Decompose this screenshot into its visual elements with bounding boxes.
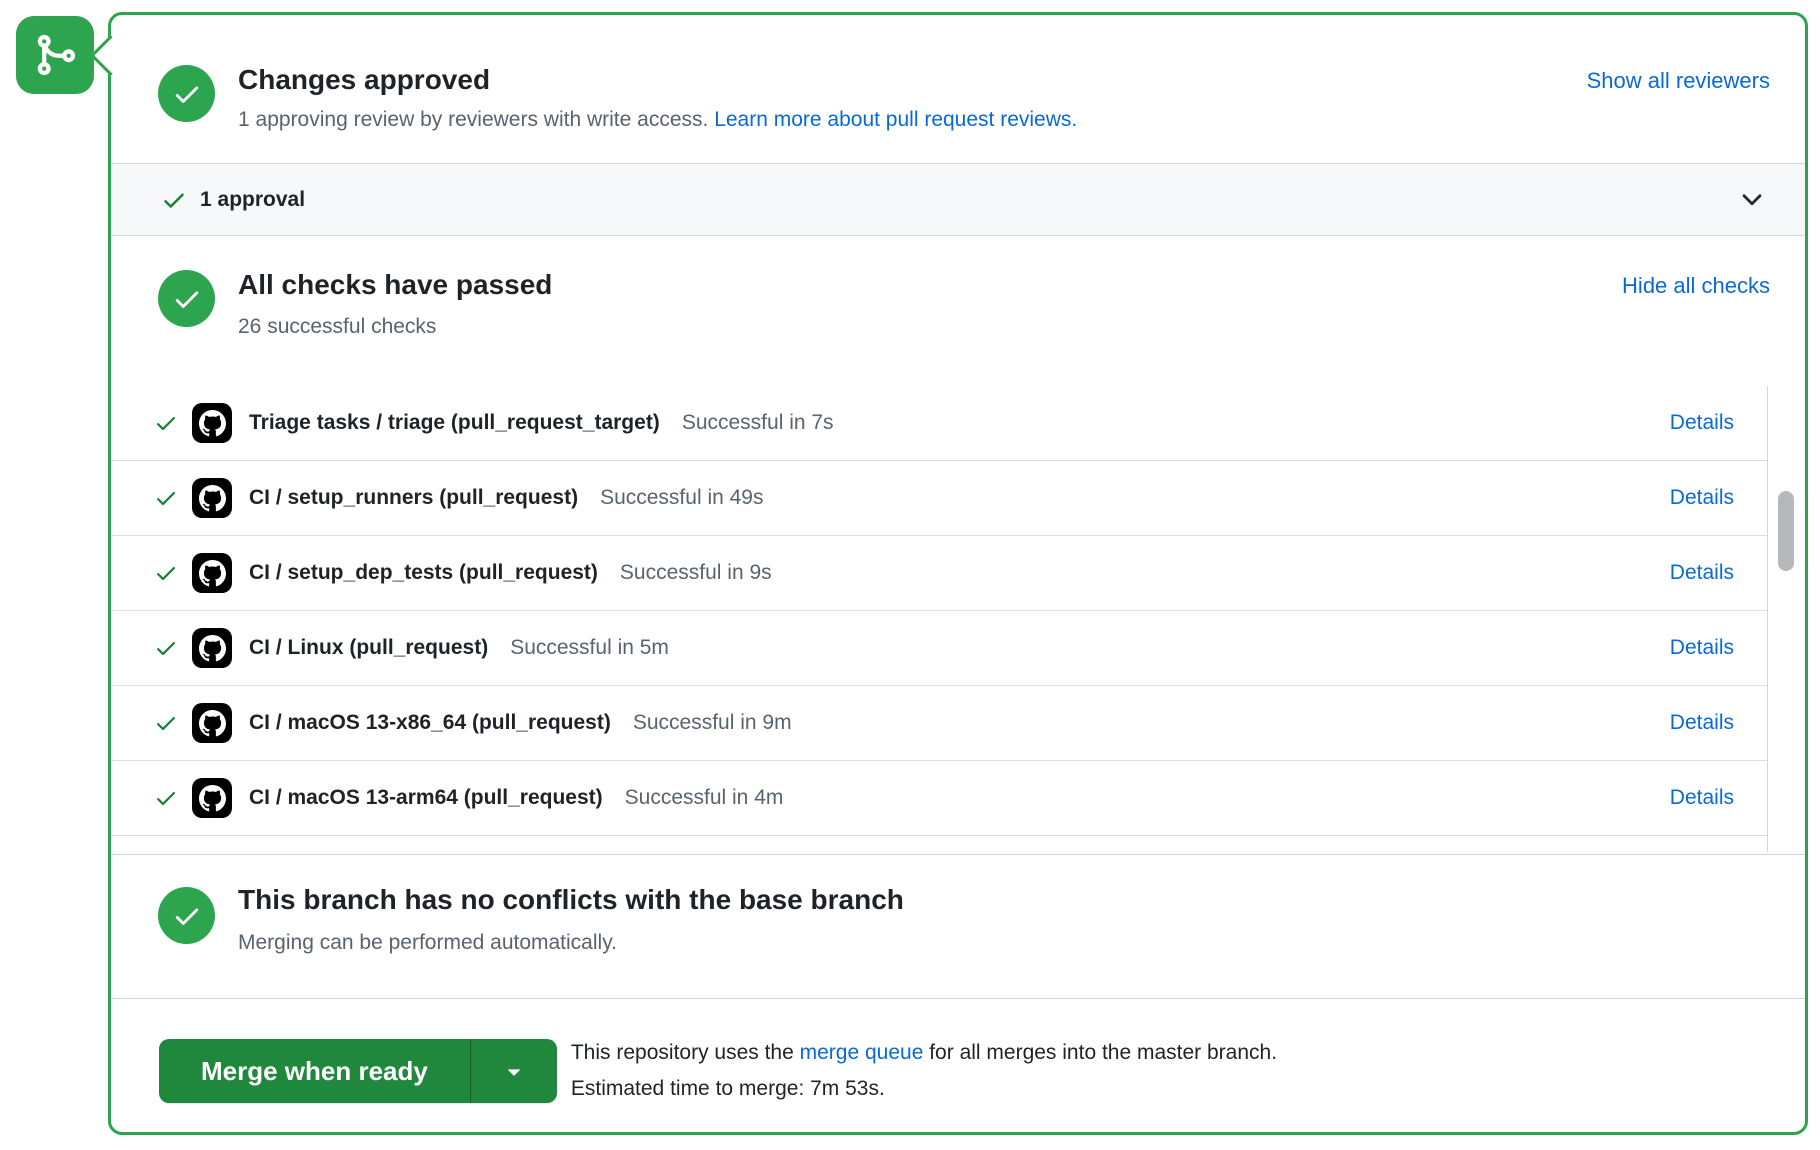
merge-footer: Merge when ready This repository uses th…: [111, 998, 1805, 1135]
octocat-icon: [199, 560, 226, 587]
check-icon: [154, 636, 178, 660]
check-row: CI / setup_dep_tests (pull_request) Succ…: [111, 536, 1767, 611]
check-row: CI / Linux (pull_request) Successful in …: [111, 611, 1767, 686]
merge-box: Changes approved 1 approving review by r…: [108, 12, 1808, 1135]
checks-list: Triage tasks / triage (pull_request_targ…: [111, 386, 1805, 854]
check-icon: [154, 411, 178, 435]
triangle-down-icon: [501, 1058, 527, 1084]
checks-section-header: All checks have passed 26 successful che…: [111, 236, 1805, 386]
review-subtitle: 1 approving review by reviewers with wri…: [238, 107, 1077, 133]
check-status: Successful in 4m: [625, 786, 784, 810]
chevron-down-icon[interactable]: [1737, 185, 1767, 215]
octocat-icon: [199, 710, 226, 737]
merge-estimate: Estimated time to merge: 7m 53s.: [571, 1077, 885, 1100]
github-actions-avatar: [192, 628, 232, 668]
conflicts-section: This branch has no conflicts with the ba…: [111, 854, 1805, 998]
scrollbar-thumb[interactable]: [1778, 491, 1794, 571]
check-status: Successful in 49s: [600, 486, 763, 510]
check-status: Successful in 5m: [510, 636, 669, 660]
merge-options-dropdown[interactable]: [470, 1039, 557, 1103]
check-row: CI / setup_runners (pull_request) Succes…: [111, 461, 1767, 536]
merge-when-ready-button[interactable]: Merge when ready: [159, 1039, 557, 1103]
check-icon: [154, 561, 178, 585]
check-name: CI / macOS 13-arm64 (pull_request): [249, 786, 603, 810]
github-actions-avatar: [192, 478, 232, 518]
checks-subtitle: 26 successful checks: [238, 314, 552, 340]
check-details-link[interactable]: Details: [1670, 786, 1734, 810]
checks-title: All checks have passed: [238, 268, 552, 302]
checks-rows: Triage tasks / triage (pull_request_targ…: [111, 386, 1768, 852]
show-all-reviewers-link[interactable]: Show all reviewers: [1587, 68, 1770, 94]
octocat-icon: [199, 485, 226, 512]
check-row: Triage tasks / triage (pull_request_targ…: [111, 386, 1767, 461]
merge-info: This repository uses the merge queue for…: [571, 1035, 1277, 1107]
partial-check-row: [111, 836, 1767, 852]
octocat-icon: [199, 785, 226, 812]
check-status: Successful in 9s: [620, 561, 772, 585]
git-merge-icon: [16, 16, 94, 94]
check-details-link[interactable]: Details: [1670, 561, 1734, 585]
check-details-link[interactable]: Details: [1670, 636, 1734, 660]
check-details-link[interactable]: Details: [1670, 486, 1734, 510]
github-actions-avatar: [192, 553, 232, 593]
conflicts-title: This branch has no conflicts with the ba…: [238, 883, 904, 917]
check-status: Successful in 9m: [633, 711, 792, 735]
review-section: Changes approved 1 approving review by r…: [111, 15, 1805, 163]
octocat-icon: [199, 635, 226, 662]
approval-summary-label: 1 approval: [200, 188, 305, 212]
merge-button-label[interactable]: Merge when ready: [159, 1039, 470, 1103]
check-icon: [154, 711, 178, 735]
check-circle-icon: [158, 65, 215, 122]
github-actions-avatar: [192, 703, 232, 743]
check-name: CI / setup_runners (pull_request): [249, 486, 578, 510]
octocat-icon: [199, 410, 226, 437]
check-row: CI / macOS 13-x86_64 (pull_request) Succ…: [111, 686, 1767, 761]
conflicts-subtitle: Merging can be performed automatically.: [238, 930, 904, 956]
check-icon: [154, 486, 178, 510]
check-name: CI / setup_dep_tests (pull_request): [249, 561, 598, 585]
learn-more-link[interactable]: Learn more about pull request reviews.: [714, 108, 1077, 131]
check-status: Successful in 7s: [682, 411, 834, 435]
check-icon: [154, 786, 178, 810]
approval-summary-row[interactable]: 1 approval: [111, 163, 1805, 236]
check-name: CI / macOS 13-x86_64 (pull_request): [249, 711, 611, 735]
check-details-link[interactable]: Details: [1670, 411, 1734, 435]
review-title: Changes approved: [238, 63, 1077, 97]
github-actions-avatar: [192, 403, 232, 443]
check-circle-icon: [158, 887, 215, 944]
github-actions-avatar: [192, 778, 232, 818]
check-details-link[interactable]: Details: [1670, 711, 1734, 735]
check-row: CI / macOS 13-arm64 (pull_request) Succe…: [111, 761, 1767, 836]
check-name: CI / Linux (pull_request): [249, 636, 488, 660]
merge-queue-link[interactable]: merge queue: [800, 1041, 924, 1064]
check-circle-icon: [158, 270, 215, 327]
hide-all-checks-link[interactable]: Hide all checks: [1622, 273, 1770, 299]
check-name: Triage tasks / triage (pull_request_targ…: [249, 411, 660, 435]
check-icon: [161, 187, 187, 213]
